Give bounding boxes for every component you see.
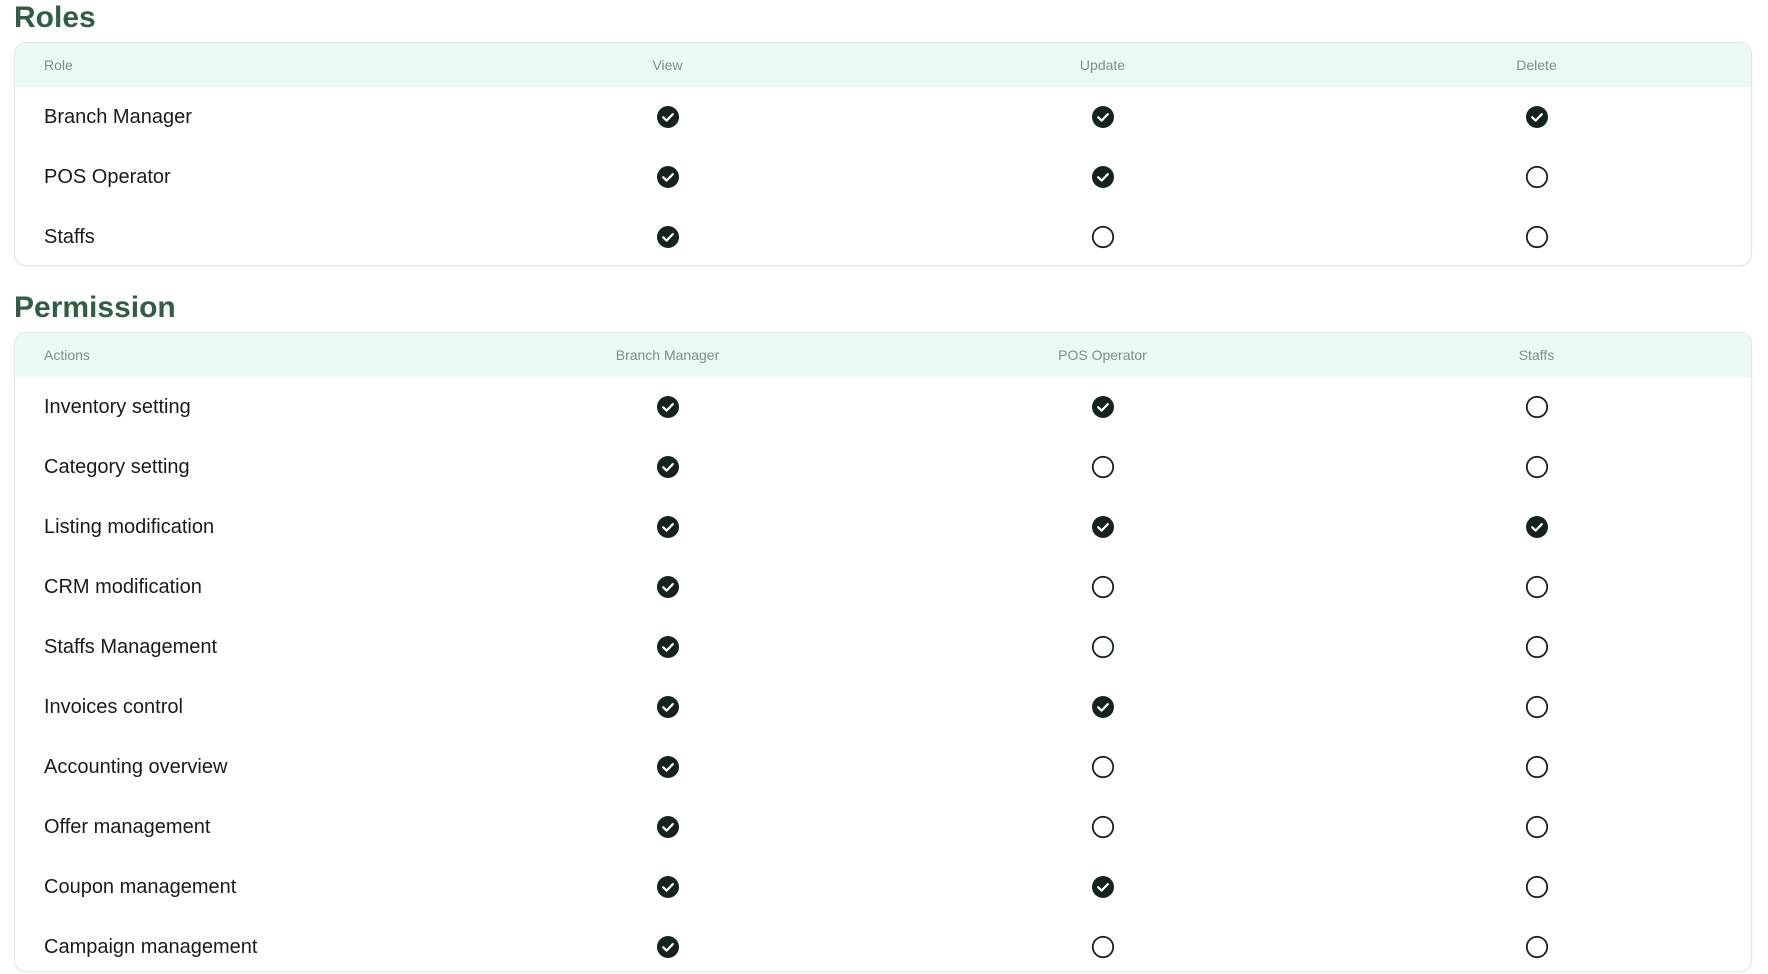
checked-circle-icon[interactable]	[885, 694, 1320, 720]
checked-circle-icon[interactable]	[450, 574, 885, 600]
permission-row-label: Category setting	[44, 455, 190, 478]
empty-circle-icon[interactable]	[1320, 164, 1751, 190]
permission-row-label: Coupon management	[44, 875, 237, 898]
roles-rows: Branch Manager POS Operator Staffs	[15, 87, 1751, 265]
permission-header-branch-manager: Branch Manager	[615, 347, 720, 363]
permission-row: Coupon management	[15, 857, 1751, 917]
empty-circle-icon[interactable]	[1320, 874, 1751, 900]
permission-row-label: Inventory setting	[44, 395, 191, 418]
permission-row-label: Offer management	[44, 815, 211, 838]
permission-row-label: Invoices control	[44, 695, 183, 718]
roles-header-view: View	[652, 57, 683, 73]
page: Roles Role View Update Delete Branch Man…	[0, 0, 1768, 974]
checked-circle-icon[interactable]	[450, 754, 885, 780]
checked-circle-icon[interactable]	[885, 514, 1320, 540]
permission-title: Permission	[14, 291, 176, 324]
permission-rows: Inventory setting Category setting Listing…	[15, 377, 1751, 971]
checked-circle-icon[interactable]	[450, 874, 885, 900]
checked-circle-icon[interactable]	[1320, 104, 1751, 130]
permission-table: Actions Branch Manager POS Operator Staf…	[14, 332, 1752, 972]
empty-circle-icon[interactable]	[885, 224, 1320, 250]
checked-circle-icon[interactable]	[885, 874, 1320, 900]
empty-circle-icon[interactable]	[885, 634, 1320, 660]
checked-circle-icon[interactable]	[450, 164, 885, 190]
roles-row-label: Staffs	[44, 225, 95, 248]
empty-circle-icon[interactable]	[885, 814, 1320, 840]
roles-header-role: Role	[44, 57, 73, 73]
empty-circle-icon[interactable]	[1320, 934, 1751, 960]
checked-circle-icon[interactable]	[1320, 514, 1751, 540]
empty-circle-icon[interactable]	[885, 754, 1320, 780]
checked-circle-icon[interactable]	[450, 454, 885, 480]
permission-table-header: Actions Branch Manager POS Operator Staf…	[15, 333, 1751, 377]
empty-circle-icon[interactable]	[1320, 634, 1751, 660]
empty-circle-icon[interactable]	[1320, 754, 1751, 780]
checked-circle-icon[interactable]	[450, 394, 885, 420]
permission-row-label: Staffs Management	[44, 635, 218, 658]
empty-circle-icon[interactable]	[1320, 814, 1751, 840]
empty-circle-icon[interactable]	[1320, 574, 1751, 600]
empty-circle-icon[interactable]	[1320, 224, 1751, 250]
checked-circle-icon[interactable]	[450, 224, 885, 250]
roles-row-label: Branch Manager	[44, 105, 192, 128]
permission-row: Inventory setting	[15, 377, 1751, 437]
checked-circle-icon[interactable]	[885, 394, 1320, 420]
roles-row-label: POS Operator	[44, 165, 171, 188]
roles-row: Staffs	[15, 207, 1751, 265]
checked-circle-icon[interactable]	[450, 514, 885, 540]
empty-circle-icon[interactable]	[885, 454, 1320, 480]
permission-header-staffs: Staffs	[1518, 347, 1555, 363]
permission-row: Invoices control	[15, 677, 1751, 737]
permission-row-label: Accounting overview	[44, 755, 228, 778]
empty-circle-icon[interactable]	[885, 574, 1320, 600]
checked-circle-icon[interactable]	[450, 634, 885, 660]
permission-row: Staffs Management	[15, 617, 1751, 677]
roles-row: POS Operator	[15, 147, 1751, 207]
roles-title: Roles	[14, 1, 96, 34]
permission-row: Campaign management	[15, 917, 1751, 971]
roles-row: Branch Manager	[15, 87, 1751, 147]
checked-circle-icon[interactable]	[450, 814, 885, 840]
roles-header-delete: Delete	[1516, 57, 1557, 73]
permission-row: Accounting overview	[15, 737, 1751, 797]
empty-circle-icon[interactable]	[1320, 694, 1751, 720]
permission-header-pos-operator: POS Operator	[1058, 347, 1147, 363]
empty-circle-icon[interactable]	[885, 934, 1320, 960]
checked-circle-icon[interactable]	[885, 164, 1320, 190]
roles-table-header: Role View Update Delete	[15, 43, 1751, 87]
permission-row: Offer management	[15, 797, 1751, 857]
empty-circle-icon[interactable]	[1320, 454, 1751, 480]
roles-table: Role View Update Delete Branch Manager PO…	[14, 42, 1752, 266]
permission-row-label: Campaign management	[44, 935, 258, 958]
permission-row: Listing modification	[15, 497, 1751, 557]
checked-circle-icon[interactable]	[450, 934, 885, 960]
roles-header-update: Update	[1079, 57, 1126, 73]
permission-row: CRM modification	[15, 557, 1751, 617]
permission-row-label: CRM modification	[44, 575, 202, 598]
checked-circle-icon[interactable]	[885, 104, 1320, 130]
permission-row: Category setting	[15, 437, 1751, 497]
empty-circle-icon[interactable]	[1320, 394, 1751, 420]
permission-header-actions: Actions	[44, 347, 90, 363]
checked-circle-icon[interactable]	[450, 694, 885, 720]
checked-circle-icon[interactable]	[450, 104, 885, 130]
permission-row-label: Listing modification	[44, 515, 215, 538]
